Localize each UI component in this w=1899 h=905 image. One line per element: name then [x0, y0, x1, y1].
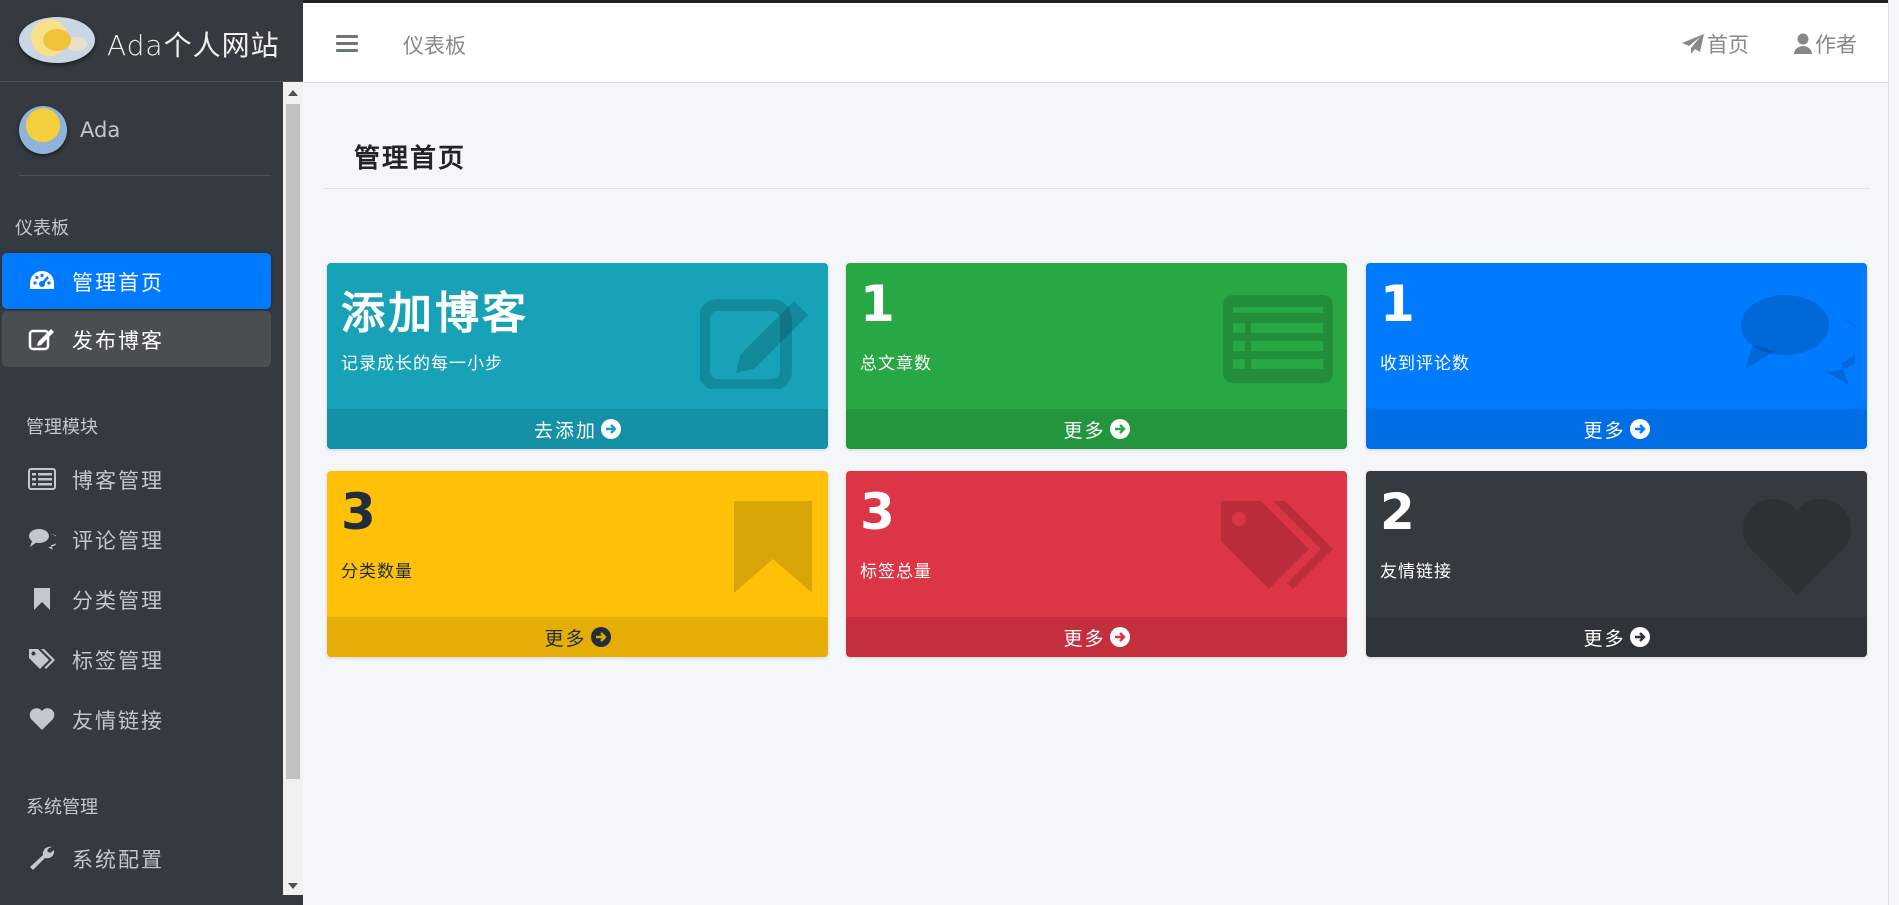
- sidebar-item-admin-home[interactable]: 管理首页: [2, 253, 271, 309]
- nav-header-system: 系统管理: [26, 797, 98, 818]
- sidebar-item-label: 评论管理: [72, 529, 164, 553]
- heart-icon: [1743, 499, 1851, 595]
- footer-label: 更多: [1583, 627, 1626, 650]
- footer-label: 更多: [1063, 627, 1106, 650]
- footer-label: 去添加: [533, 419, 597, 442]
- footer-label: 更多: [544, 627, 587, 650]
- sidebar-item-label: 分类管理: [72, 589, 164, 613]
- box-description: 记录成长的每一小步: [341, 354, 503, 374]
- list-alt-icon: [1223, 295, 1333, 383]
- tags-icon: [1221, 501, 1333, 589]
- sidebar-item-label: 发布博客: [72, 329, 164, 353]
- sidebar-scroll-area: Ada 仪表板 管理首页 发布博客 管理模块 博客管理 评论管理 分类管理 标签…: [0, 82, 303, 905]
- box-description: 友情链接: [1380, 562, 1452, 582]
- sidebar-item-system-config[interactable]: 系统配置: [2, 830, 271, 886]
- nav-header-dashboard: 仪表板: [15, 218, 69, 239]
- list-icon: [28, 466, 56, 492]
- sidebar-item-label: 系统配置: [72, 848, 164, 872]
- box-description: 收到评论数: [1380, 354, 1470, 374]
- footer-label: 更多: [1583, 419, 1626, 442]
- sidebar-item-label: 标签管理: [72, 649, 164, 673]
- comments-icon: [28, 526, 56, 552]
- friend-links-more-link[interactable]: 更多: [1366, 617, 1867, 657]
- sidebar-item-category-management[interactable]: 分类管理: [2, 571, 271, 627]
- scrollbar-thumb[interactable]: [286, 104, 300, 779]
- dashboard-icon: [28, 268, 56, 294]
- wrench-icon: [28, 845, 56, 871]
- scroll-down-arrow-icon[interactable]: [288, 883, 298, 889]
- arrow-circle-right-icon: [590, 627, 611, 647]
- brand-logo-image: [19, 17, 95, 63]
- sidebar-item-label: 友情链接: [72, 709, 164, 733]
- arrow-circle-right-icon: [1109, 419, 1130, 439]
- brand-link[interactable]: Ada个人网站: [0, 0, 303, 82]
- user-name[interactable]: Ada: [80, 118, 120, 142]
- add-blog-footer-link[interactable]: 去添加: [327, 409, 828, 449]
- heart-icon: [28, 706, 56, 732]
- box-value: 1: [860, 275, 895, 333]
- top-navbar: 仪表板 首页 作者: [303, 0, 1888, 83]
- sidebar-item-publish-blog[interactable]: 发布博客: [2, 311, 271, 367]
- arrow-circle-right-icon: [1629, 627, 1650, 647]
- comments-icon: [1741, 295, 1855, 385]
- paper-plane-icon: [1682, 34, 1704, 54]
- sidebar-item-tag-management[interactable]: 标签管理: [2, 631, 271, 687]
- info-box-friend-links: 2 友情链接 更多: [1366, 471, 1867, 657]
- box-description: 分类数量: [341, 562, 413, 582]
- tags-icon: [28, 646, 56, 672]
- articles-more-link[interactable]: 更多: [846, 409, 1347, 449]
- info-box-categories: 3 分类数量 更多: [327, 471, 828, 657]
- box-description: 标签总量: [860, 562, 932, 582]
- nav-link-home-label: 首页: [1707, 33, 1749, 57]
- nav-link-author[interactable]: 作者: [1793, 29, 1857, 59]
- box-value: 1: [1380, 275, 1415, 333]
- sidebar-item-label: 博客管理: [72, 469, 164, 493]
- bookmark-icon: [28, 586, 56, 612]
- arrow-circle-right-icon: [601, 419, 621, 439]
- sidebar-item-comment-management[interactable]: 评论管理: [2, 511, 271, 567]
- arrow-circle-right-icon: [1629, 419, 1650, 439]
- brand-title: Ada个人网站: [107, 29, 280, 62]
- sidebar-item-label: 管理首页: [72, 271, 164, 295]
- arrow-circle-right-icon: [1109, 627, 1130, 647]
- tags-more-link[interactable]: 更多: [846, 617, 1347, 657]
- window-edge: [1888, 0, 1899, 905]
- user-panel: Ada: [19, 106, 271, 176]
- info-box-add-blog: 添加博客 记录成长的每一小步 去添加: [327, 263, 828, 449]
- nav-header-modules: 管理模块: [26, 417, 98, 438]
- info-box-comments: 1 收到评论数 更多: [1366, 263, 1867, 449]
- box-value: 添加博客: [341, 288, 529, 339]
- edit-icon: [700, 299, 808, 389]
- footer-label: 更多: [1063, 419, 1106, 442]
- box-description: 总文章数: [860, 354, 932, 374]
- sidebar-item-blog-management[interactable]: 博客管理: [2, 451, 271, 507]
- title-divider: [325, 188, 1870, 189]
- nav-link-home[interactable]: 首页: [1681, 29, 1749, 59]
- app-root: Ada个人网站 Ada 仪表板 管理首页 发布博客 管理模块 博客管理 评论管理…: [0, 0, 1899, 905]
- avatar: [19, 106, 67, 154]
- box-value: 2: [1380, 483, 1415, 541]
- categories-more-link[interactable]: 更多: [327, 617, 828, 657]
- nav-link-author-label: 作者: [1815, 33, 1857, 57]
- sidebar-item-friend-links[interactable]: 友情链接: [2, 691, 271, 747]
- sidebar: Ada个人网站 Ada 仪表板 管理首页 发布博客 管理模块 博客管理 评论管理…: [0, 0, 303, 905]
- bookmark-icon: [734, 501, 812, 593]
- box-value: 3: [341, 483, 376, 541]
- comments-more-link[interactable]: 更多: [1366, 409, 1867, 449]
- sidebar-scrollbar[interactable]: [283, 82, 303, 895]
- breadcrumb[interactable]: 仪表板: [403, 30, 466, 60]
- scroll-up-arrow-icon[interactable]: [288, 90, 298, 96]
- menu-toggle-icon[interactable]: [336, 35, 358, 53]
- box-value: 3: [860, 483, 895, 541]
- page-title: 管理首页: [354, 144, 467, 174]
- user-icon: [1794, 33, 1812, 54]
- info-box-total-articles: 1 总文章数 更多: [846, 263, 1347, 449]
- info-box-tags: 3 标签总量 更多: [846, 471, 1347, 657]
- edit-icon: [28, 326, 56, 352]
